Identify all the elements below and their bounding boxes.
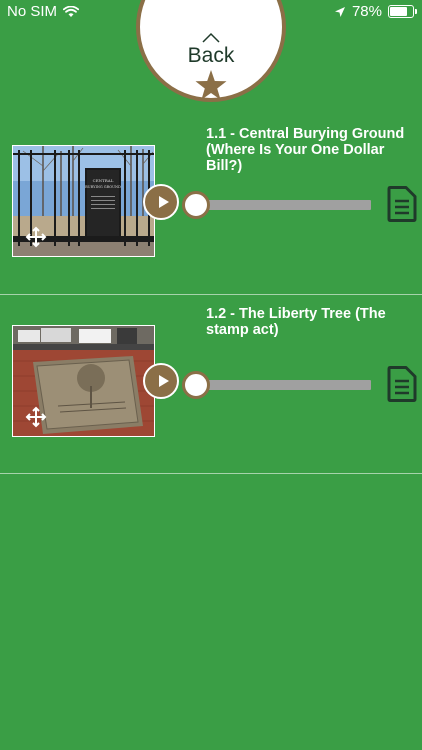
document-icon[interactable] [387,366,417,402]
track-row: 1.2 - The Liberty Tree (The stamp act) [0,0,422,475]
progress-slider-track[interactable] [196,380,371,390]
play-button[interactable] [143,363,179,399]
track-title: 1.2 - The Liberty Tree (The stamp act) [206,306,386,338]
play-icon [159,375,169,387]
progress-slider-knob[interactable] [182,371,210,399]
row-divider [0,473,422,474]
move-icon[interactable] [25,406,47,428]
